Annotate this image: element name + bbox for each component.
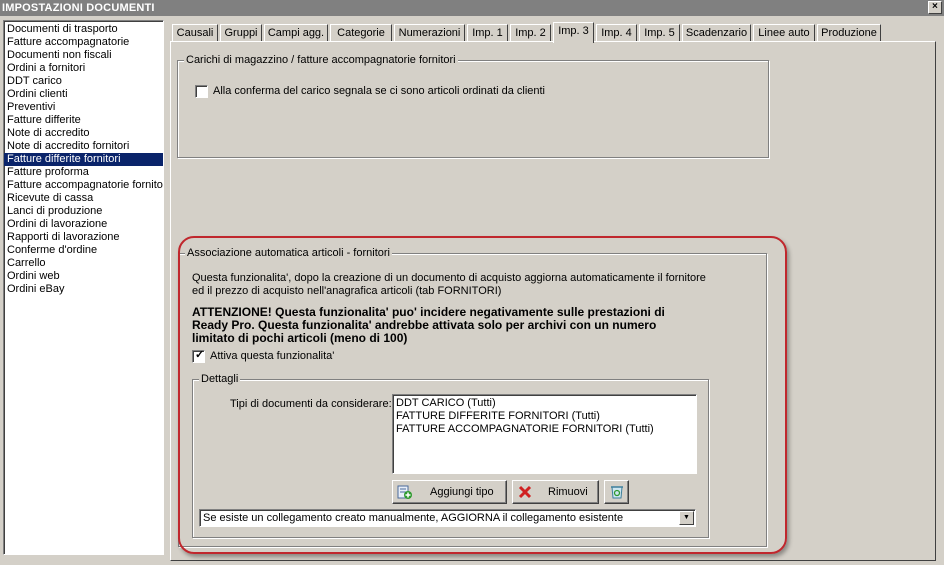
document-list-item[interactable]: Note di accredito xyxy=(4,127,163,140)
window-title: IMPOSTAZIONI DOCUMENTI xyxy=(2,2,155,14)
group-dettagli-title: Dettagli xyxy=(199,372,241,386)
tab-produzione[interactable]: Produzione xyxy=(817,24,881,42)
link-mode-select[interactable]: Se esiste un collegamento creato manualm… xyxy=(199,509,696,527)
document-list-item[interactable]: Fatture proforma xyxy=(4,166,163,179)
link-mode-value: Se esiste un collegamento creato manualm… xyxy=(203,512,624,524)
remove-button[interactable]: Rimuovi xyxy=(512,480,599,504)
document-list-item[interactable]: Note di accredito fornitori xyxy=(4,140,163,153)
tab-panel-imp3: Carichi di magazzino / fatture accompagn… xyxy=(170,41,936,561)
tab-scadenzario[interactable]: Scadenzario xyxy=(682,24,751,42)
tab-numerazioni[interactable]: Numerazioni xyxy=(394,24,465,42)
document-list-item[interactable]: Ordini web xyxy=(4,270,163,283)
tab-linee-auto[interactable]: Linee auto xyxy=(753,24,815,42)
close-button[interactable]: × xyxy=(928,1,942,14)
document-list-item[interactable]: Fatture differite xyxy=(4,114,163,127)
window-titlebar: IMPOSTAZIONI DOCUMENTI × xyxy=(0,0,944,16)
document-list-item[interactable]: Ordini clienti xyxy=(4,88,163,101)
doc-type-item[interactable]: DDT CARICO (Tutti) xyxy=(396,397,693,410)
tab-imp-5[interactable]: Imp. 5 xyxy=(639,24,680,42)
checkbox-attiva-funzionalita[interactable]: ✓ xyxy=(192,349,205,363)
document-list-item[interactable]: Documenti non fiscali xyxy=(4,49,163,62)
description-line-1: Questa funzionalita', dopo la creazione … xyxy=(192,272,706,284)
tab-campi-agg[interactable]: Campi agg. xyxy=(264,24,328,42)
add-type-button[interactable]: Aggiungi tipo xyxy=(392,480,507,504)
recycle-bin-icon xyxy=(611,486,623,499)
warning-line-3: limitato di pochi articoli (meno di 100) xyxy=(192,331,408,345)
tab-causali[interactable]: Causali xyxy=(172,24,218,42)
checkbox-segnala-label: Alla conferma del carico segnala se ci s… xyxy=(213,85,546,97)
group-associazione-articoli-fornitori: Associazione automatica articoli - forni… xyxy=(178,246,767,547)
tab-imp-1[interactable]: Imp. 1 xyxy=(467,24,508,42)
red-x-icon xyxy=(518,485,532,499)
document-list-item[interactable]: Ricevute di cassa xyxy=(4,192,163,205)
doc-types-listbox[interactable]: DDT CARICO (Tutti) FATTURE DIFFERITE FORN… xyxy=(392,394,697,474)
remove-label: Rimuovi xyxy=(548,486,588,498)
document-list-item[interactable]: Ordini di lavorazione xyxy=(4,218,163,231)
add-type-label: Aggiungi tipo xyxy=(430,486,494,498)
document-list-item[interactable]: Carrello xyxy=(4,257,163,270)
document-list-item[interactable]: Ordini a fornitori xyxy=(4,62,163,75)
tab-imp-2[interactable]: Imp. 2 xyxy=(510,24,551,42)
document-type-list[interactable]: Documenti di trasporto Fatture accompagna… xyxy=(3,20,164,555)
checkmark-icon: ✓ xyxy=(195,349,205,361)
document-list-item[interactable]: Fatture accompagnatorie xyxy=(4,36,163,49)
group-carichi-magazzino: Carichi di magazzino / fatture accompagn… xyxy=(177,53,769,158)
doc-type-item[interactable]: FATTURE DIFFERITE FORNITORI (Tutti) xyxy=(396,410,693,423)
tab-imp-3[interactable]: Imp. 3 xyxy=(553,22,594,43)
document-list-item[interactable]: Fatture differite fornitori xyxy=(4,153,163,166)
add-document-icon xyxy=(397,485,412,499)
doc-type-item[interactable]: FATTURE ACCOMPAGNATORIE FORNITORI (Tutti… xyxy=(396,423,693,436)
document-list-item[interactable]: Conferme d'ordine xyxy=(4,244,163,257)
document-list-item[interactable]: Rapporti di lavorazione xyxy=(4,231,163,244)
document-list-item[interactable]: Documenti di trasporto xyxy=(4,23,163,36)
document-list-item[interactable]: Preventivi xyxy=(4,101,163,114)
chevron-down-icon[interactable]: ▼ xyxy=(679,511,694,525)
group-carichi-title: Carichi di magazzino / fatture accompagn… xyxy=(184,53,458,67)
document-list-item[interactable]: Fatture accompagnatorie fornitori xyxy=(4,179,163,192)
document-list-item[interactable]: Lanci di produzione xyxy=(4,205,163,218)
checkbox-attiva-label: Attiva questa funzionalita' xyxy=(210,350,335,362)
tab-gruppi[interactable]: Gruppi xyxy=(220,24,262,42)
tab-categorie[interactable]: Categorie xyxy=(330,24,392,42)
document-list-item[interactable]: Ordini eBay xyxy=(4,283,163,296)
tab-imp-4[interactable]: Imp. 4 xyxy=(596,24,637,42)
doc-types-label: Tipi di documenti da considerare: xyxy=(230,398,392,410)
group-associazione-title: Associazione automatica articoli - forni… xyxy=(185,246,392,260)
document-list-item[interactable]: DDT carico xyxy=(4,75,163,88)
checkbox-segnala-articoli-ordinati[interactable] xyxy=(195,85,208,98)
trash-button[interactable] xyxy=(604,480,629,504)
description-line-2: ed il prezzo di acquisto nell'anagrafica… xyxy=(192,285,502,297)
